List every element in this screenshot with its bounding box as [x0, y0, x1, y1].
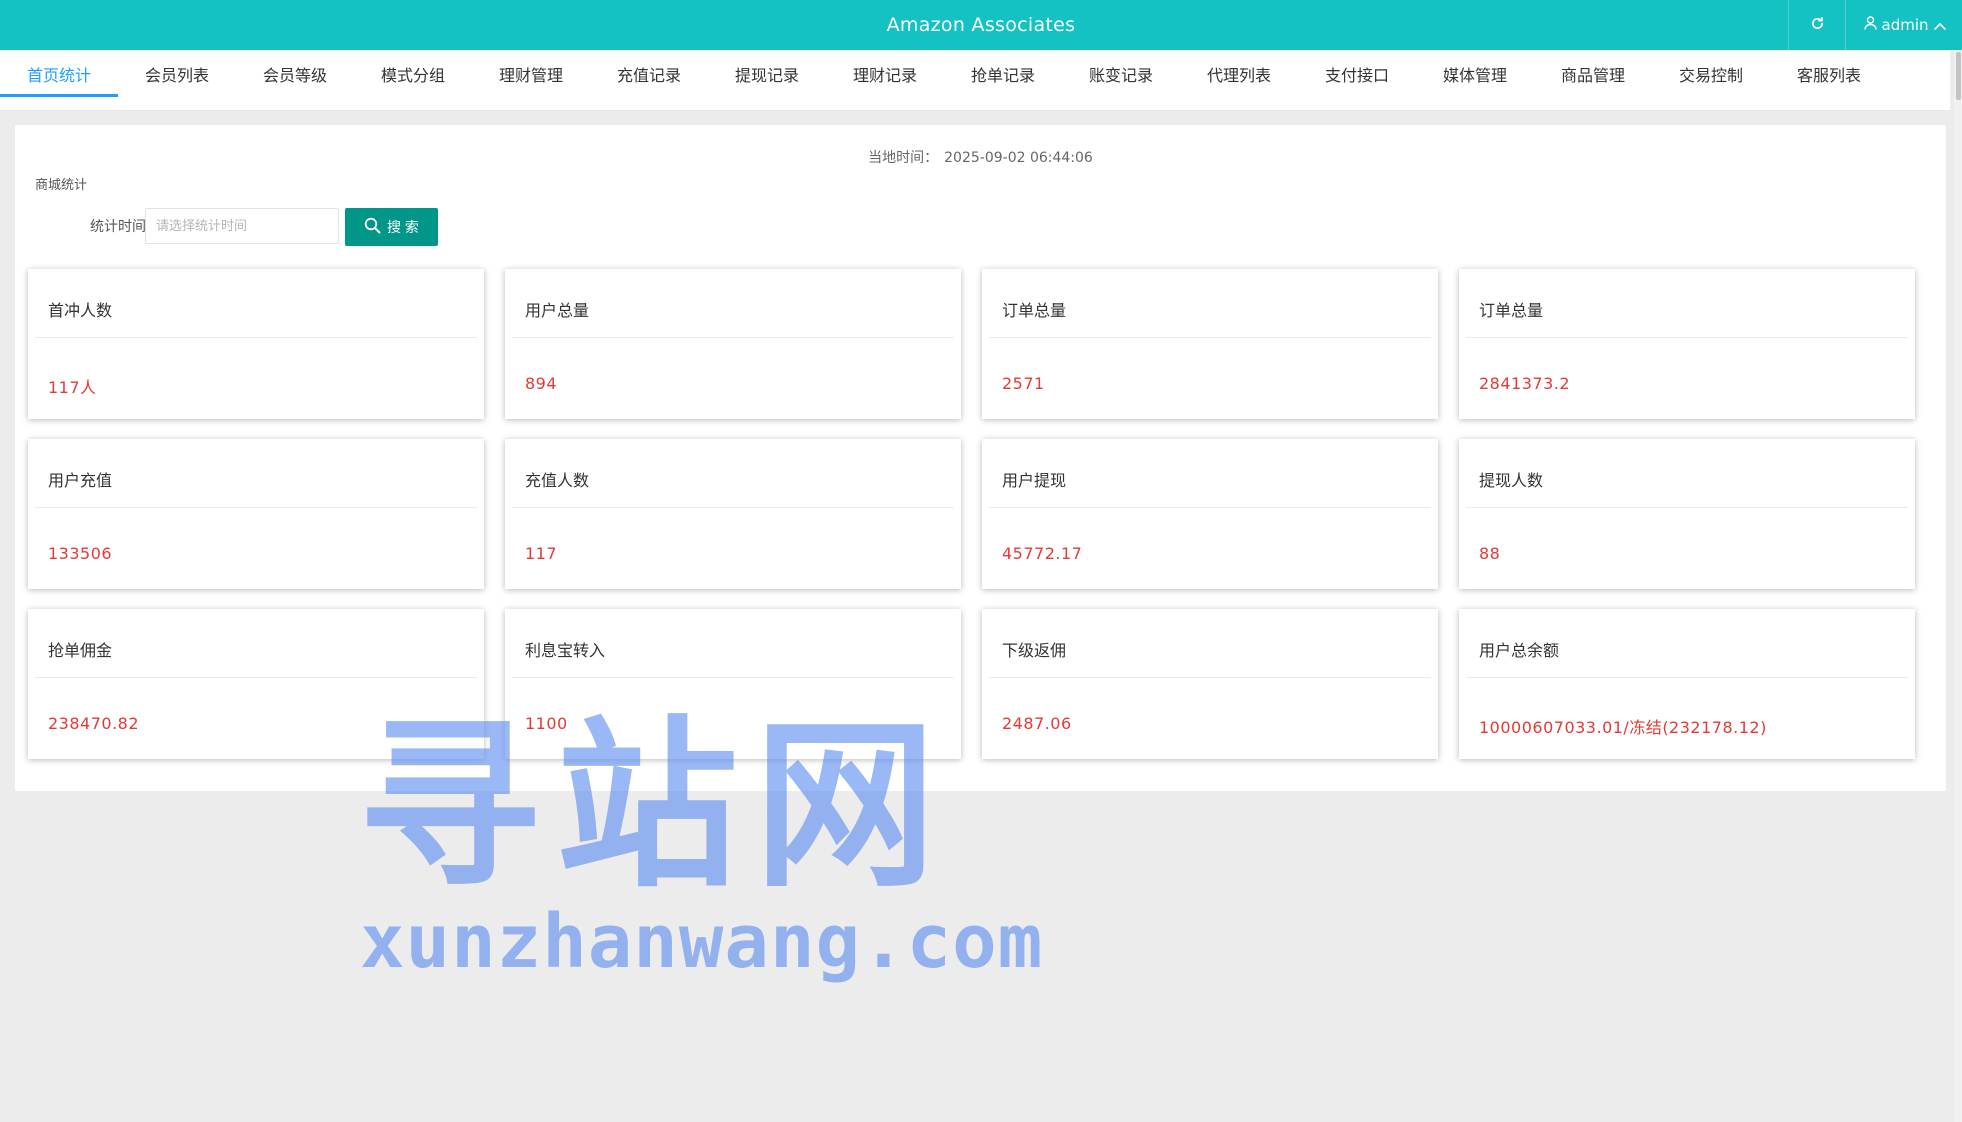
card-label: 订单总量	[1002, 301, 1067, 320]
watermark-url: xunzhanwang.com	[360, 899, 1044, 985]
nav-item-trade-control[interactable]: 交易控制	[1652, 50, 1770, 110]
nav-item-goods-manage[interactable]: 商品管理	[1534, 50, 1652, 110]
nav-item-member-list[interactable]: 会员列表	[118, 50, 236, 110]
user-name: admin	[1881, 16, 1929, 34]
filter-label: 统计时间	[90, 219, 146, 235]
nav-item-home-stats[interactable]: 首页统计	[0, 50, 118, 110]
stat-card-first-deposit-users: 首冲人数 117人	[28, 269, 484, 419]
nav-item-withdraw-records[interactable]: 提现记录	[708, 50, 826, 110]
stat-card-interest-transfer-in: 利息宝转入 1100	[505, 609, 961, 759]
top-bar: Amazon Associates admin	[0, 0, 1962, 50]
card-label: 抢单佣金	[48, 641, 113, 660]
card-label: 利息宝转入	[525, 641, 606, 660]
card-header: 用户总余额	[1466, 609, 1908, 678]
main-nav: 首页统计 会员列表 会员等级 模式分组 理财管理 充值记录 提现记录 理财记录 …	[0, 50, 1950, 111]
nav-item-finance-records[interactable]: 理财记录	[826, 50, 944, 110]
stat-card-total-order-amount: 订单总量 2841373.2	[1459, 269, 1915, 419]
card-header: 首冲人数	[35, 269, 477, 338]
nav-item-agent-list[interactable]: 代理列表	[1180, 50, 1298, 110]
nav-item-service-list[interactable]: 客服列表	[1770, 50, 1888, 110]
local-time-label: 当地时间：	[868, 150, 939, 166]
refresh-icon	[1810, 16, 1825, 35]
card-label: 用户提现	[1002, 471, 1067, 490]
stat-card-user-total-balance: 用户总余额 10000607033.01/冻结(232178.12)	[1459, 609, 1915, 759]
card-value: 2571	[1002, 374, 1045, 393]
card-value: 894	[525, 374, 558, 393]
card-label: 提现人数	[1479, 471, 1544, 490]
card-header: 充值人数	[512, 439, 954, 508]
card-value: 2841373.2	[1479, 374, 1571, 393]
card-value: 10000607033.01/冻结(232178.12)	[1479, 718, 1767, 737]
card-label: 用户总余额	[1479, 641, 1560, 660]
app-title: Amazon Associates	[886, 14, 1076, 36]
card-label: 用户总量	[525, 301, 590, 320]
stat-time-input[interactable]	[145, 208, 339, 244]
card-header: 订单总量	[1466, 269, 1908, 338]
card-header: 下级返佣	[989, 609, 1431, 678]
card-label: 订单总量	[1479, 301, 1544, 320]
card-header: 利息宝转入	[512, 609, 954, 678]
local-time-value: 2025-09-02 06:44:06	[944, 150, 1093, 166]
stat-card-user-withdraw: 用户提现 45772.17	[982, 439, 1438, 589]
nav-item-recharge-records[interactable]: 充值记录	[590, 50, 708, 110]
stat-card-grab-commission: 抢单佣金 238470.82	[28, 609, 484, 759]
user-icon	[1863, 16, 1877, 34]
search-button-label: 搜 索	[387, 219, 419, 235]
card-header: 用户总量	[512, 269, 954, 338]
stat-card-total-orders: 订单总量 2571	[982, 269, 1438, 419]
nav-item-finance-manage[interactable]: 理财管理	[472, 50, 590, 110]
refresh-button[interactable]	[1788, 0, 1845, 50]
card-header: 用户提现	[989, 439, 1431, 508]
search-button[interactable]: 搜 索	[345, 208, 438, 246]
nav-item-member-level[interactable]: 会员等级	[236, 50, 354, 110]
card-value: 2487.06	[1002, 714, 1072, 733]
card-label: 充值人数	[525, 471, 590, 490]
card-header: 用户充值	[35, 439, 477, 508]
nav-item-payment-interface[interactable]: 支付接口	[1298, 50, 1416, 110]
card-value: 88	[1479, 544, 1501, 563]
stats-panel: 当地时间： 2025-09-02 06:44:06 商城统计 统计时间 搜 索 首…	[15, 125, 1946, 791]
chevron-up-icon	[1933, 16, 1946, 34]
user-menu[interactable]: admin	[1845, 0, 1962, 50]
nav-item-mode-group[interactable]: 模式分组	[354, 50, 472, 110]
nav-item-account-change-records[interactable]: 账变记录	[1062, 50, 1180, 110]
card-header: 提现人数	[1466, 439, 1908, 508]
card-value: 117	[525, 544, 558, 563]
stat-card-withdraw-users: 提现人数 88	[1459, 439, 1915, 589]
card-value: 133506	[48, 544, 113, 563]
card-label: 下级返佣	[1002, 641, 1067, 660]
card-value: 238470.82	[48, 714, 140, 733]
nav-item-media-manage[interactable]: 媒体管理	[1416, 50, 1534, 110]
local-time: 当地时间： 2025-09-02 06:44:06	[15, 147, 1946, 167]
stat-card-subordinate-rebate: 下级返佣 2487.06	[982, 609, 1438, 759]
nav-item-grab-order-records[interactable]: 抢单记录	[944, 50, 1062, 110]
stat-card-total-users: 用户总量 894	[505, 269, 961, 419]
card-header: 订单总量	[989, 269, 1431, 338]
stat-card-recharge-users: 充值人数 117	[505, 439, 961, 589]
card-value: 45772.17	[1002, 544, 1083, 563]
card-value: 1100	[525, 714, 568, 733]
stat-card-user-recharge: 用户充值 133506	[28, 439, 484, 589]
section-title: 商城统计	[35, 178, 88, 193]
card-header: 抢单佣金	[35, 609, 477, 678]
scrollbar-track[interactable]	[1954, 50, 1962, 1122]
card-label: 首冲人数	[48, 301, 113, 320]
card-value: 117人	[48, 378, 97, 397]
search-icon	[364, 217, 381, 237]
card-label: 用户充值	[48, 471, 113, 490]
scrollbar-thumb[interactable]	[1956, 52, 1961, 100]
